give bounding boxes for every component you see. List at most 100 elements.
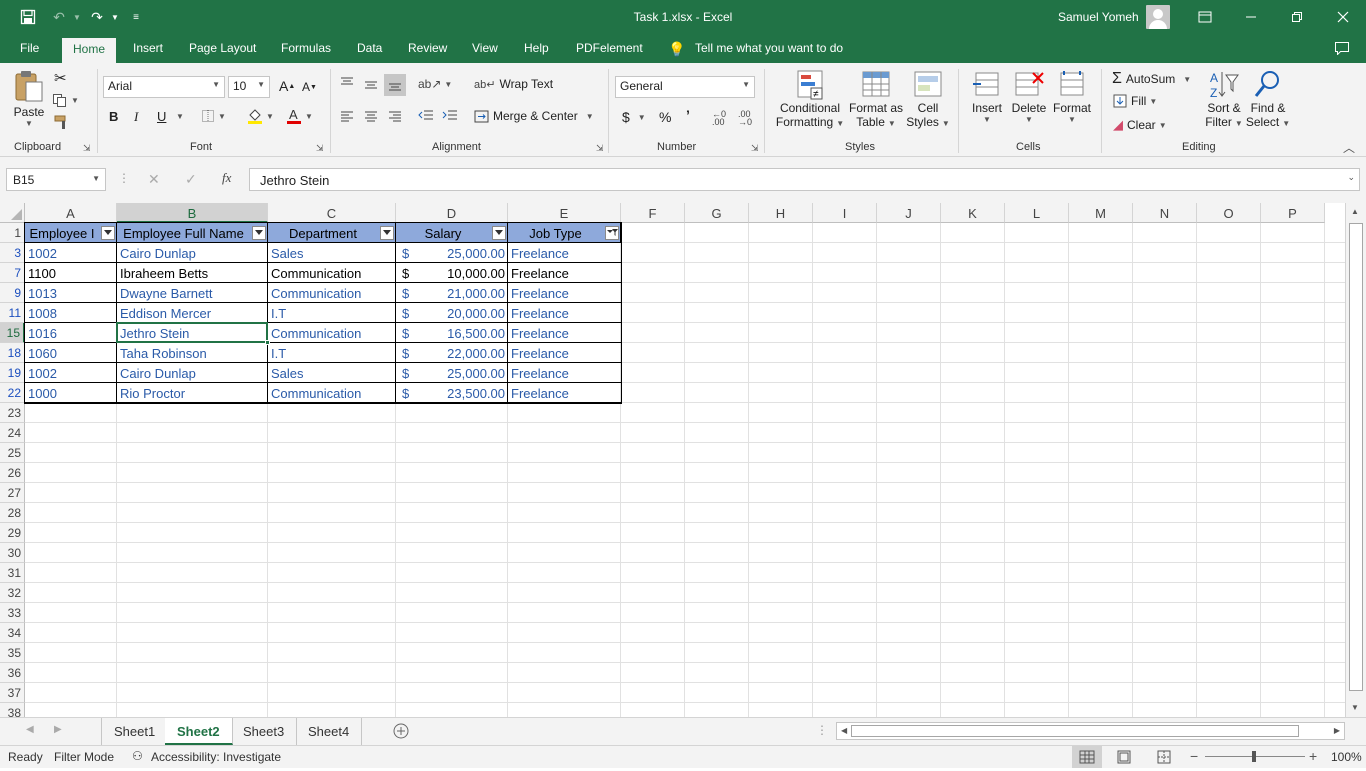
cell-salary[interactable]: 20,000.00 bbox=[416, 303, 508, 323]
orientation-icon[interactable]: ab↗ ▼ bbox=[418, 77, 452, 91]
row-header-31[interactable]: 31 bbox=[0, 563, 25, 583]
filter-dropdown-icon[interactable] bbox=[252, 226, 266, 240]
cell-salary-currency[interactable]: $ bbox=[396, 283, 416, 303]
cell-salary-currency[interactable]: $ bbox=[396, 343, 416, 363]
collapse-ribbon-icon[interactable]: ︿ bbox=[1343, 139, 1355, 156]
borders-icon[interactable]: ▼ bbox=[201, 109, 226, 123]
column-header-g[interactable]: G bbox=[685, 203, 749, 223]
cell-salary[interactable]: 16,500.00 bbox=[416, 323, 508, 343]
row-header-30[interactable]: 30 bbox=[0, 543, 25, 563]
tab-split-grip-icon[interactable]: ⋮ bbox=[816, 723, 828, 737]
column-header-p[interactable]: P bbox=[1261, 203, 1325, 223]
vertical-scroll-thumb[interactable] bbox=[1349, 223, 1363, 691]
user-name[interactable]: Samuel Yomeh bbox=[1058, 10, 1139, 24]
row-header-27[interactable]: 27 bbox=[0, 483, 25, 503]
select-all-button[interactable] bbox=[0, 203, 25, 223]
cell-salary[interactable]: 21,000.00 bbox=[416, 283, 508, 303]
clipboard-launcher-icon[interactable]: ⇲ bbox=[83, 143, 91, 154]
undo-icon[interactable]: ↶ bbox=[50, 8, 68, 26]
tab-home[interactable]: Home bbox=[62, 38, 117, 63]
insert-function-icon[interactable]: fx bbox=[222, 170, 231, 186]
zoom-in-icon[interactable]: + bbox=[1309, 748, 1317, 764]
paste-button[interactable]: Paste ▼ bbox=[13, 69, 45, 128]
cell-job-type[interactable]: Freelance bbox=[508, 383, 621, 403]
scroll-right-icon[interactable]: ▶ bbox=[1334, 726, 1340, 735]
cell-department[interactable]: Sales bbox=[268, 363, 396, 383]
sheet-tab-sheet2[interactable]: Sheet2 bbox=[165, 718, 233, 745]
align-top-icon[interactable] bbox=[340, 77, 354, 89]
cell-job-type[interactable]: Freelance bbox=[508, 243, 621, 263]
row-header-25[interactable]: 25 bbox=[0, 443, 25, 463]
cell-department[interactable]: Communication bbox=[268, 283, 396, 303]
close-icon[interactable] bbox=[1334, 8, 1352, 26]
decrease-decimal-icon[interactable]: .00 →0 bbox=[738, 110, 752, 127]
sheet-tab-sheet1[interactable]: Sheet1 bbox=[101, 718, 169, 745]
cell-department[interactable]: Communication bbox=[268, 383, 396, 403]
comments-icon[interactable] bbox=[1334, 41, 1350, 58]
wrap-text-button[interactable]: ab↵ Wrap Text bbox=[474, 77, 553, 91]
sort-filter-button[interactable]: AZ Sort & Filter ▼ bbox=[1204, 69, 1244, 129]
status-accessibility[interactable]: Accessibility: Investigate bbox=[151, 750, 281, 764]
row-header-37[interactable]: 37 bbox=[0, 683, 25, 703]
cell-employee-name[interactable]: Ibraheem Betts bbox=[117, 263, 268, 283]
column-header-c[interactable]: C bbox=[268, 203, 396, 223]
align-left-icon[interactable] bbox=[340, 110, 354, 122]
italic-button[interactable]: I bbox=[134, 109, 138, 125]
undo-dropdown-icon[interactable]: ▼ bbox=[68, 8, 86, 26]
cell-salary-currency[interactable]: $ bbox=[396, 263, 416, 283]
filter-dropdown-icon[interactable] bbox=[380, 226, 394, 240]
bold-button[interactable]: B bbox=[109, 109, 118, 124]
cell-employee-name[interactable]: Taha Robinson bbox=[117, 343, 268, 363]
row-header-15[interactable]: 15 bbox=[0, 323, 25, 343]
column-header-o[interactable]: O bbox=[1197, 203, 1261, 223]
cell-salary[interactable]: 10,000.00 bbox=[416, 263, 508, 283]
format-as-table-button[interactable]: Format as Table ▼ bbox=[848, 69, 904, 129]
horizontal-scroll-thumb[interactable] bbox=[851, 725, 1299, 737]
row-header-38[interactable]: 38 bbox=[0, 703, 25, 717]
increase-font-icon[interactable]: A ▲ bbox=[279, 78, 295, 94]
column-header-l[interactable]: L bbox=[1005, 203, 1069, 223]
row-header-36[interactable]: 36 bbox=[0, 663, 25, 683]
vertical-scrollbar[interactable]: ▲ ▼ bbox=[1345, 203, 1366, 717]
align-right-icon[interactable] bbox=[388, 110, 402, 122]
cell-salary[interactable]: 23,500.00 bbox=[416, 383, 508, 403]
worksheet-grid[interactable]: A B C D E F G H I J K L M N O P 1 3 7 9 11 15 18 19 22 23 24 25 26 27… bbox=[0, 203, 1366, 717]
horizontal-scrollbar[interactable]: ◀ ▶ bbox=[836, 722, 1345, 740]
cell-styles-button[interactable]: Cell Styles ▼ bbox=[905, 69, 951, 129]
tab-insert[interactable]: Insert bbox=[133, 41, 163, 55]
decrease-indent-icon[interactable] bbox=[418, 109, 434, 122]
format-painter-icon[interactable] bbox=[54, 115, 70, 129]
table-header-cell[interactable]: Employee Full Name bbox=[117, 223, 268, 243]
enter-icon[interactable]: ✓ bbox=[185, 171, 197, 188]
percent-button[interactable]: % bbox=[659, 109, 671, 125]
underline-dropdown-icon[interactable]: ▼ bbox=[176, 112, 184, 121]
fill-handle[interactable] bbox=[265, 340, 270, 345]
column-header-m[interactable]: M bbox=[1069, 203, 1133, 223]
filter-dropdown-icon[interactable] bbox=[492, 226, 506, 240]
restore-icon[interactable] bbox=[1288, 8, 1306, 26]
conditional-formatting-button[interactable]: ≠ Conditional Formatting ▼ bbox=[774, 69, 846, 129]
sheet-tab-sheet4[interactable]: Sheet4 bbox=[296, 718, 363, 745]
row-header-23[interactable]: 23 bbox=[0, 403, 25, 423]
align-center-icon[interactable] bbox=[364, 110, 378, 122]
redo-dropdown-icon[interactable]: ▼ bbox=[106, 8, 124, 26]
cell-salary[interactable]: 22,000.00 bbox=[416, 343, 508, 363]
tab-view[interactable]: View bbox=[472, 41, 498, 55]
merge-center-button[interactable]: Merge & Center ▼ bbox=[474, 109, 594, 123]
cell-employee-name[interactable]: Eddison Mercer bbox=[117, 303, 268, 323]
tab-review[interactable]: Review bbox=[408, 41, 447, 55]
normal-view-icon[interactable] bbox=[1072, 746, 1102, 768]
minimize-icon[interactable] bbox=[1242, 8, 1260, 26]
increase-decimal-icon[interactable]: ←0.00 bbox=[712, 110, 726, 127]
delete-cells-button[interactable]: Delete ▼ bbox=[1010, 69, 1048, 124]
zoom-slider-thumb[interactable] bbox=[1252, 751, 1256, 762]
fill-color-icon[interactable]: ▼ bbox=[247, 107, 274, 125]
copy-icon[interactable]: ▼ bbox=[52, 93, 79, 107]
tab-file[interactable]: File bbox=[20, 41, 39, 55]
cell-salary-currency[interactable]: $ bbox=[396, 363, 416, 383]
row-header-24[interactable]: 24 bbox=[0, 423, 25, 443]
scroll-down-icon[interactable]: ▼ bbox=[1351, 703, 1359, 712]
cell-department[interactable]: Communication bbox=[268, 263, 396, 283]
cell-salary[interactable]: 25,000.00 bbox=[416, 243, 508, 263]
cell-employee-id[interactable]: 1002 bbox=[25, 243, 117, 263]
